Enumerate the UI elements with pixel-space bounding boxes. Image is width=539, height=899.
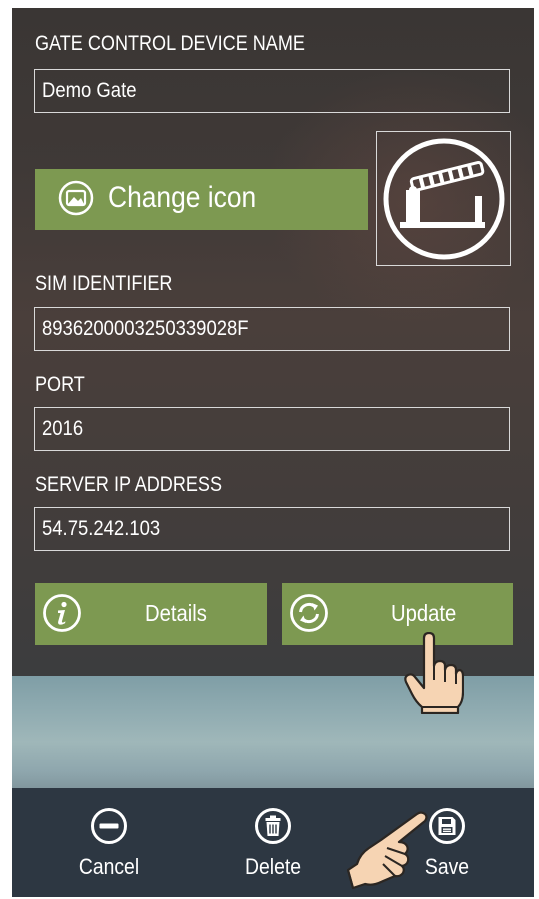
refresh-icon <box>290 594 328 632</box>
trash-icon <box>255 808 291 844</box>
server-ip-value: 54.75.242.103 <box>42 517 161 540</box>
update-button[interactable]: Update <box>282 583 513 645</box>
image-icon <box>58 180 94 216</box>
sim-identifier-field[interactable]: 8936200003250339028F <box>34 307 510 351</box>
background-sky <box>12 676 534 796</box>
delete-button[interactable]: Delete <box>213 788 333 897</box>
change-icon-button[interactable]: Change icon <box>35 169 368 230</box>
details-label: Details <box>145 600 207 626</box>
change-icon-label: Change icon <box>108 181 257 214</box>
port-value: 2016 <box>42 417 84 440</box>
device-name-label: GATE CONTROL DEVICE NAME <box>35 32 305 55</box>
sim-identifier-label: SIM IDENTIFIER <box>35 272 173 295</box>
bottom-action-bar: Cancel Delete Save <box>12 788 534 897</box>
gate-barrier-icon <box>383 138 505 260</box>
save-button[interactable]: Save <box>387 788 507 897</box>
save-label: Save <box>424 854 470 879</box>
update-label: Update <box>391 600 457 626</box>
port-label: PORT <box>35 373 85 396</box>
minus-circle-icon <box>91 808 127 844</box>
sim-identifier-value: 8936200003250339028F <box>42 317 249 340</box>
gate-settings-screen: GATE CONTROL DEVICE NAME Demo Gate Chang… <box>12 8 534 897</box>
cancel-button[interactable]: Cancel <box>49 788 169 897</box>
device-name-field[interactable]: Demo Gate <box>34 69 510 113</box>
details-button[interactable]: Details <box>35 583 267 645</box>
port-field[interactable]: 2016 <box>34 407 510 451</box>
server-ip-field[interactable]: 54.75.242.103 <box>34 507 510 551</box>
icon-preview[interactable] <box>376 131 511 266</box>
info-icon <box>43 594 81 632</box>
server-ip-label: SERVER IP ADDRESS <box>35 473 223 496</box>
device-name-value: Demo Gate <box>42 79 137 102</box>
floppy-disk-icon <box>429 808 465 844</box>
delete-label: Delete <box>245 854 301 879</box>
cancel-label: Cancel <box>78 854 140 879</box>
